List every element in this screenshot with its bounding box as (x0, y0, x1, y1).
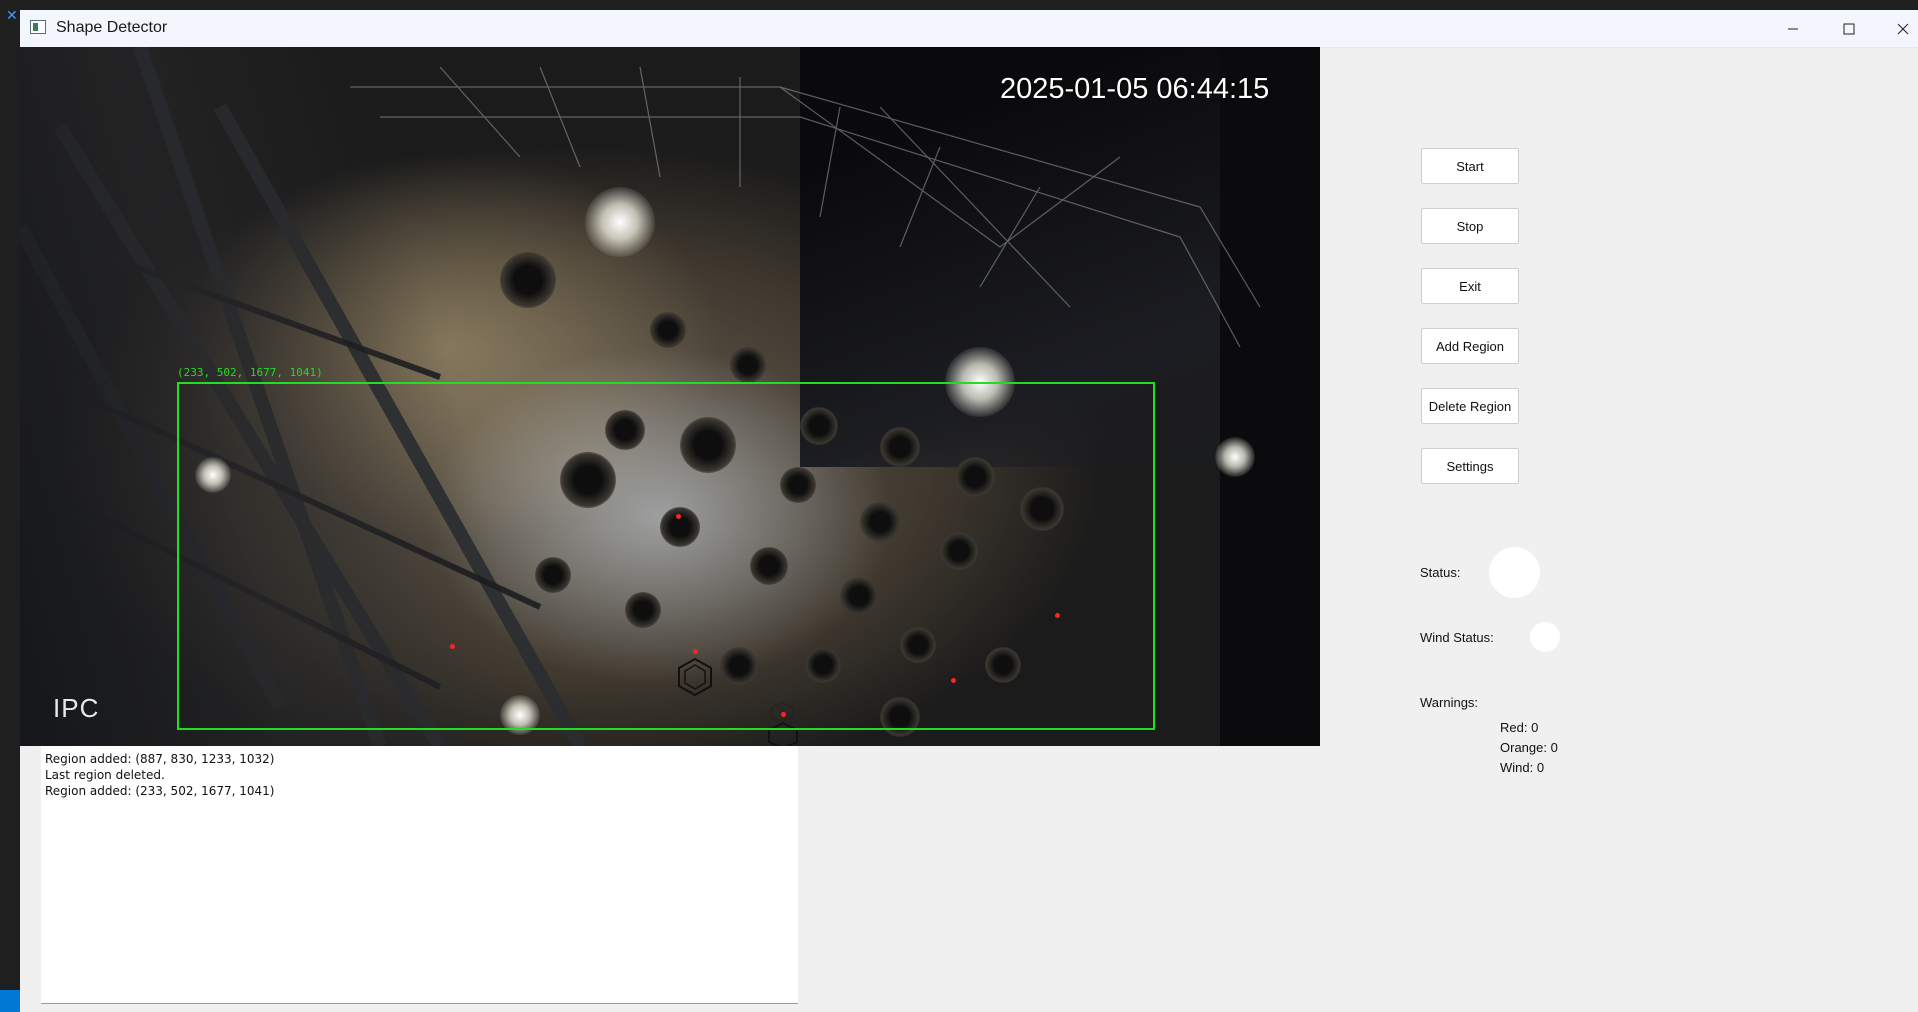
warning-orange-count: Orange: 0 (1500, 740, 1558, 755)
log-panel[interactable]: Region added: (887, 830, 1233, 1032) Las… (41, 746, 798, 1004)
detection-region-box (177, 382, 1155, 730)
video-timestamp: 2025-01-05 06:44:15 (1000, 73, 1270, 105)
close-icon (1897, 23, 1909, 34)
warning-red-count: Red: 0 (1500, 720, 1539, 735)
stop-button[interactable]: Stop (1421, 208, 1519, 244)
maximize-button[interactable] (1820, 10, 1878, 47)
editor-taskbar-icon: ✕ (6, 8, 18, 24)
app-window: Shape Detector (233, 502, 1677, 1041) 20… (20, 10, 1918, 1012)
exit-button[interactable]: Exit (1421, 268, 1519, 304)
tree-pit (500, 252, 556, 308)
wind-status-indicator (1530, 622, 1560, 652)
lamp-glow (1215, 437, 1255, 477)
desktop-background-top (0, 0, 1918, 10)
camera-feed: (233, 502, 1677, 1041) 2025-01-05 06:44:… (20, 47, 1320, 746)
wind-status-label: Wind Status: (1420, 630, 1494, 645)
tree-pit (730, 347, 766, 383)
delete-region-button[interactable]: Delete Region (1421, 388, 1519, 424)
tree-pit (650, 312, 686, 348)
warnings-title: Warnings: (1420, 695, 1479, 710)
region-coordinates-label: (233, 502, 1677, 1041) (177, 366, 323, 379)
settings-button[interactable]: Settings (1421, 448, 1519, 484)
log-line: Region added: (887, 830, 1233, 1032) (45, 752, 275, 766)
close-button[interactable] (1874, 10, 1918, 47)
window-title: Shape Detector (56, 19, 168, 36)
minimize-button[interactable] (1764, 10, 1822, 47)
title-bar: Shape Detector (20, 10, 1918, 48)
lamp-glow (585, 187, 655, 257)
warning-wind-count: Wind: 0 (1500, 760, 1545, 775)
minimize-icon (1788, 28, 1798, 29)
camera-watermark: IPC (53, 693, 100, 723)
maximize-icon (1843, 23, 1855, 34)
log-line: Last region deleted. (45, 768, 165, 782)
add-region-button[interactable]: Add Region (1421, 328, 1519, 364)
status-indicator (1489, 547, 1540, 598)
log-line: Region added: (233, 502, 1677, 1041) (45, 784, 275, 798)
app-icon (30, 20, 46, 34)
status-label: Status: (1420, 565, 1461, 580)
status-bar-strip (0, 990, 20, 1012)
desktop-background-left: ✕ (0, 0, 20, 1012)
start-button[interactable]: Start (1421, 148, 1519, 184)
